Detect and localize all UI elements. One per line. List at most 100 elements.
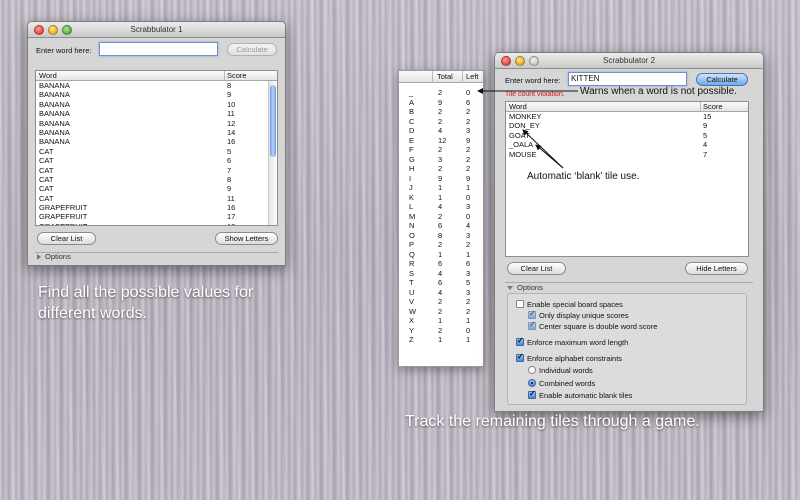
letter-cell: L — [409, 202, 414, 211]
word-cell: CAT — [39, 174, 54, 184]
zoom-window-button[interactable] — [62, 25, 72, 35]
auto-blank-checkbox[interactable]: Enable automatic blank tiles — [528, 389, 632, 400]
table-header: Word Score — [506, 102, 748, 112]
table-row[interactable]: BANANA 9 — [36, 90, 277, 99]
total-cell: 2 — [438, 240, 443, 249]
table-row[interactable]: GOAT 5 — [506, 131, 748, 140]
left-cell: 1 — [466, 249, 471, 259]
tile-count-error: Tile count violation. — [505, 91, 565, 98]
table-row[interactable]: GRAPEFRUIT 16 — [36, 203, 277, 212]
options-label: Options — [45, 252, 71, 261]
unique-scores-checkbox[interactable]: Only display unique scores — [528, 309, 629, 320]
table-row[interactable]: BANANA 12 — [36, 119, 277, 128]
tile-row: K 1 0 — [399, 193, 483, 203]
calculate-button[interactable]: Calculate — [227, 43, 277, 56]
score-column-header[interactable]: Score — [227, 71, 247, 81]
letter-cell: V — [409, 297, 415, 306]
word-input[interactable] — [99, 42, 218, 56]
letter-cell: K — [409, 192, 415, 202]
total-cell: 2 — [438, 145, 443, 154]
table-row[interactable]: _OALA 4 — [506, 140, 748, 149]
max-length-checkbox[interactable]: Enforce maximum word length — [516, 336, 629, 347]
table-row[interactable]: GRAPEFRUIT 18 — [36, 222, 277, 225]
left-cell: 3 — [466, 230, 471, 240]
word-cell: _OALA — [509, 140, 534, 150]
unique-scores-label: Only display unique scores — [539, 311, 629, 320]
table-row[interactable]: BANANA 10 — [36, 100, 277, 109]
word-column-header[interactable]: Word — [509, 102, 527, 112]
close-window-button[interactable] — [501, 56, 511, 66]
tile-row: V 2 2 — [399, 297, 483, 307]
table-row[interactable]: CAT 7 — [36, 166, 277, 175]
table-row[interactable]: DON_EY 9 — [506, 121, 748, 130]
table-row[interactable]: BANANA 16 — [36, 137, 277, 146]
score-cell: 8 — [227, 174, 232, 184]
word-cell: BANANA — [39, 81, 70, 90]
options-panel: Enable special board spaces Only display… — [507, 293, 747, 405]
center-double-checkbox[interactable]: Center square is double word score — [528, 320, 657, 331]
individual-words-radio[interactable]: Individual words — [528, 366, 593, 375]
table-row[interactable]: MONKEY 15 — [506, 112, 748, 121]
word-cell: CAT — [39, 146, 54, 156]
table-row[interactable]: CAT 9 — [36, 184, 277, 193]
total-cell: 9 — [438, 173, 443, 183]
table-row[interactable]: BANANA 14 — [36, 128, 277, 137]
total-cell: 3 — [438, 154, 443, 164]
combined-words-label: Combined words — [539, 379, 596, 388]
show-letters-button[interactable]: Show Letters — [215, 232, 278, 245]
special-spaces-checkbox[interactable]: Enable special board spaces — [516, 300, 623, 309]
table-row[interactable]: GRAPEFRUIT 17 — [36, 212, 277, 221]
score-column-header[interactable]: Score — [703, 102, 723, 112]
total-column-header[interactable]: Total — [437, 71, 453, 83]
checkbox-checked-icon — [516, 336, 524, 346]
total-cell: 6 — [438, 278, 443, 287]
letter-cell: _ — [409, 88, 414, 97]
table-row[interactable]: CAT 5 — [36, 147, 277, 156]
total-cell: 6 — [438, 221, 443, 230]
table-row[interactable]: MOUSE 7 — [506, 150, 748, 159]
table-row[interactable]: BANANA 8 — [36, 81, 277, 90]
table-row[interactable]: CAT 8 — [36, 175, 277, 184]
table-scrollbar[interactable] — [268, 81, 277, 225]
minimize-window-button[interactable] — [48, 25, 58, 35]
options-disclosure[interactable]: Options — [507, 283, 543, 292]
table-row[interactable]: CAT 11 — [36, 194, 277, 203]
word-cell: GRAPEFRUIT — [39, 203, 88, 213]
word-cell: DON_EY — [509, 121, 540, 131]
combined-words-radio[interactable]: Combined words — [528, 379, 595, 388]
word-cell: CAT — [39, 156, 54, 166]
word-cell: GRAPEFRUIT — [39, 212, 88, 222]
close-window-button[interactable] — [34, 25, 44, 35]
max-length-label: Enforce maximum word length — [527, 338, 629, 347]
score-cell: 11 — [227, 193, 235, 203]
left-cell: 9 — [466, 173, 471, 183]
score-cell: 9 — [703, 121, 708, 131]
hide-letters-button[interactable]: Hide Letters — [685, 262, 748, 275]
tile-row: I 9 9 — [399, 174, 483, 184]
word-score-table: Word Score BANANA 8 BANANA 9 BANANA 10 BANANA 1… — [35, 70, 278, 226]
word-column-header[interactable]: Word — [39, 71, 57, 81]
letter-cell: P — [409, 240, 415, 249]
word-cell: CAT — [39, 193, 54, 203]
score-cell: 12 — [227, 118, 236, 128]
scrollbar-thumb[interactable] — [270, 85, 276, 157]
options-disclosure[interactable]: Options — [37, 252, 71, 261]
table-row[interactable]: BANANA 11 — [36, 109, 277, 118]
clear-list-button[interactable]: Clear List — [507, 262, 566, 275]
calculate-button[interactable]: Calculate — [696, 73, 748, 86]
letter-cell: G — [409, 154, 415, 164]
minimize-window-button[interactable] — [515, 56, 525, 66]
table-row[interactable]: CAT 6 — [36, 156, 277, 165]
total-cell: 12 — [438, 135, 447, 145]
tile-row: Q 1 1 — [399, 250, 483, 260]
clear-list-button[interactable]: Clear List — [37, 232, 96, 245]
left-cell: 2 — [466, 240, 471, 249]
left-column-header[interactable]: Left — [466, 71, 479, 83]
left-cell: 2 — [466, 145, 471, 154]
word-input[interactable]: KITTEN — [568, 72, 687, 86]
tile-row: E 12 9 — [399, 136, 483, 146]
alphabet-constraints-checkbox[interactable]: Enforce alphabet constraints — [516, 352, 622, 363]
zoom-window-button[interactable] — [529, 56, 539, 66]
letter-cell: S — [409, 268, 415, 278]
tile-row: O 8 3 — [399, 231, 483, 241]
